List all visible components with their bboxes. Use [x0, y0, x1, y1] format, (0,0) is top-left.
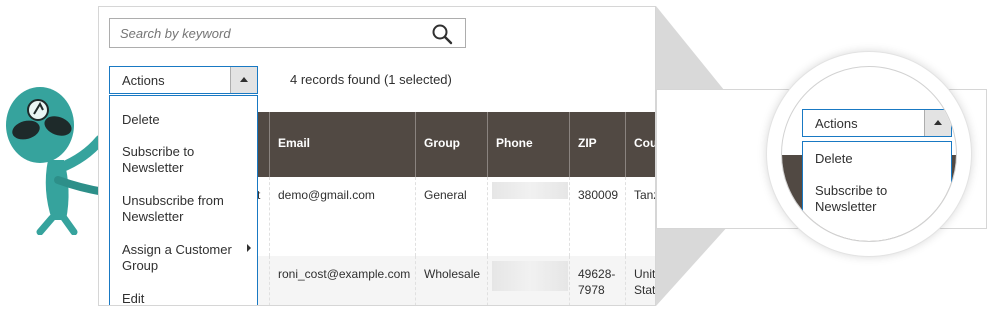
menu-item-assign-group[interactable]: Assign a Customer Group: [122, 242, 242, 274]
cell-zip: 380009: [569, 177, 625, 256]
actions-menu: Delete Subscribe to Newsletter Unsubscri…: [109, 95, 258, 305]
menu-item-subscribe[interactable]: Subscribe to Newsletter: [122, 144, 242, 176]
menu-item-edit[interactable]: Edit: [122, 291, 242, 305]
redacted-phone: [492, 261, 568, 291]
cell-country: Tanz: [625, 177, 655, 256]
cell-zip: 49628- 7978: [569, 256, 625, 305]
column-header-phone[interactable]: Phone: [487, 112, 569, 177]
cell-phone: [487, 256, 569, 305]
search-input[interactable]: [110, 19, 420, 47]
lens-actions-label: Actions: [815, 116, 858, 131]
actions-dropdown-button[interactable]: Actions: [109, 66, 258, 94]
cell-country: Unit Stat: [625, 256, 655, 305]
column-header-group[interactable]: Group: [415, 112, 487, 177]
column-header-country[interactable]: Cou: [625, 112, 655, 177]
customer-grid-panel: Actions 4 records found (1 selected) Ema…: [98, 6, 656, 306]
cell-email: roni_cost@example.com: [269, 256, 415, 305]
menu-item-delete[interactable]: Delete: [122, 112, 242, 128]
submenu-arrow-icon: [247, 244, 251, 252]
search-box: [109, 18, 466, 48]
cell-group: General: [415, 177, 487, 256]
lens-actions-dropdown-button[interactable]: Actions: [802, 109, 952, 137]
records-count: 4 records found (1 selected): [290, 72, 452, 87]
cell-group: Wholesale: [415, 256, 487, 305]
lens-actions-menu: Delete Subscribe to Newsletter: [802, 141, 952, 241]
redacted-phone: [492, 182, 568, 199]
column-header-email[interactable]: Email: [269, 112, 415, 177]
cell-phone: [487, 177, 569, 256]
cell-email: demo@gmail.com: [269, 177, 415, 256]
alien-mascot-illustration: [6, 87, 108, 235]
search-icon[interactable]: [431, 23, 453, 45]
column-header-zip[interactable]: ZIP: [569, 112, 625, 177]
lens-menu-item-delete[interactable]: Delete: [815, 151, 935, 167]
magnifier-lens: Actions Delete Subscribe to Newsletter: [781, 66, 957, 242]
caret-up-icon: [230, 67, 257, 93]
caret-up-icon: [924, 110, 951, 136]
actions-label: Actions: [122, 73, 165, 88]
menu-item-unsubscribe[interactable]: Unsubscribe from Newsletter: [122, 193, 242, 225]
lens-menu-item-subscribe[interactable]: Subscribe to Newsletter: [815, 183, 935, 215]
